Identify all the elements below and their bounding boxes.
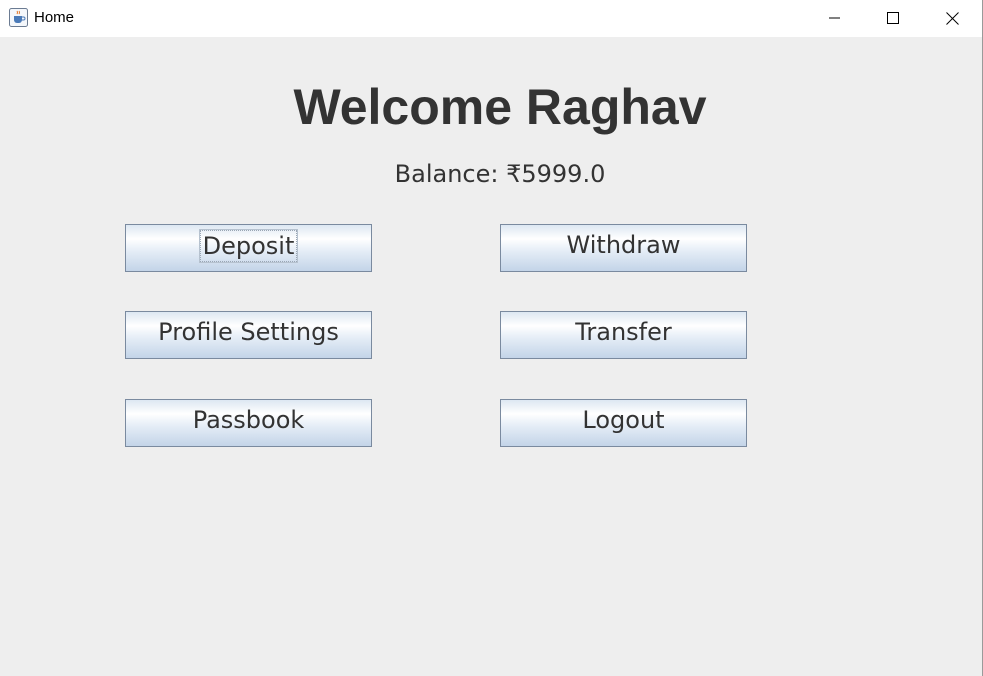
logout-button[interactable]: Logout bbox=[500, 399, 747, 447]
minimize-button[interactable] bbox=[806, 0, 864, 36]
withdraw-button[interactable]: Withdraw bbox=[500, 224, 747, 272]
passbook-button[interactable]: Passbook bbox=[125, 399, 372, 447]
welcome-heading: Welcome Raghav bbox=[293, 79, 707, 135]
deposit-button[interactable]: Deposit bbox=[125, 224, 372, 272]
app-window: Home Welcome Raghav Balance: ₹5999.0 Dep… bbox=[0, 0, 983, 676]
transfer-button[interactable]: Transfer bbox=[500, 311, 747, 359]
transfer-button-label: Transfer bbox=[575, 318, 672, 346]
profile-settings-button[interactable]: Profile Settings bbox=[125, 311, 372, 359]
window-title: Home bbox=[34, 9, 75, 26]
close-icon bbox=[945, 11, 959, 25]
maximize-icon bbox=[887, 12, 899, 24]
minimize-icon bbox=[829, 17, 840, 19]
balance-label: Balance: ₹5999.0 bbox=[394, 160, 606, 188]
close-button[interactable] bbox=[923, 0, 981, 36]
deposit-button-label: Deposit bbox=[198, 229, 299, 263]
logout-button-label: Logout bbox=[582, 406, 665, 434]
profile-settings-button-label: Profile Settings bbox=[158, 318, 339, 346]
maximize-button[interactable] bbox=[864, 0, 922, 36]
withdraw-button-label: Withdraw bbox=[566, 231, 681, 259]
title-bar[interactable]: Home bbox=[0, 0, 982, 37]
passbook-button-label: Passbook bbox=[192, 406, 305, 434]
java-cup-icon[interactable] bbox=[9, 8, 28, 27]
